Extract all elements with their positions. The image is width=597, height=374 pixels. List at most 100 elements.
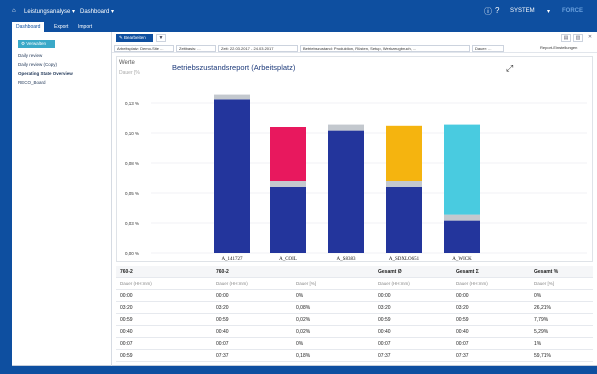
table-cell: Gesamt % [534, 269, 559, 275]
y-tick-label: 0,13 % [125, 101, 139, 106]
table-cell: 00:00 [456, 293, 469, 299]
x-tick-label: A_141727 [221, 257, 243, 262]
table-row: 00:59 07:37 0,18% 07:37 07:37 59,71% [116, 350, 593, 362]
table-cell: 03:20 [120, 305, 133, 311]
bar-segment [386, 125, 422, 181]
sidebar-item-daily-review[interactable]: Daily review [18, 53, 42, 58]
home-icon[interactable]: ⌂ [12, 8, 16, 14]
expand-icon[interactable]: ⤢ [506, 63, 513, 74]
table-cell: 03:20 [378, 305, 391, 311]
table-cell: 03:20 [216, 305, 229, 311]
bar-segment [328, 130, 364, 253]
table-cell: 00:00 [120, 293, 133, 299]
table-cell: 7,79% [534, 317, 549, 323]
y-tick-label: 0,08 % [125, 161, 139, 166]
bar-segment [444, 214, 480, 221]
toolbar: ✎ Bearbeiten ▼ ▤ ▥ ✕ [112, 32, 597, 43]
close-icon[interactable]: ✕ [585, 34, 595, 42]
info-icon[interactable]: ⓘ [484, 6, 492, 17]
table-cell: 5,29% [534, 329, 549, 335]
bar-chart: 0,00 % 0,03 % 0,05 % 0,08 % 0,10 % 0,13 % A_14… [125, 94, 587, 262]
table-row: 00:40 00:40 0,02% 00:40 00:40 5,29% [116, 326, 593, 338]
table-cell: 760-2 [120, 269, 133, 275]
table-cell: 0,02% [296, 329, 311, 335]
tab-dashboard[interactable]: Dashboard [12, 22, 45, 32]
table-cell: 07:37 [216, 353, 229, 359]
user-icon[interactable]: ▾ [547, 8, 550, 15]
user-name: SYSTEM [510, 8, 535, 14]
table-cell: 0% [296, 341, 304, 347]
table-cell: 00:59 [120, 317, 133, 323]
table-cell: 59,71% [534, 353, 551, 359]
bar-segment [444, 220, 480, 253]
sidebar-item-daily-review-copy[interactable]: Daily review (Copy) [18, 62, 57, 67]
bar-segment [328, 124, 364, 131]
print-icon[interactable]: ▤ [561, 34, 571, 42]
x-tick-label: A_COIL [279, 257, 297, 262]
x-tick-label: A_SDXLO651 [389, 257, 420, 262]
main-area: ✎ Bearbeiten ▼ ▤ ▥ ✕ Arbeitsplatz: Demo-… [112, 32, 597, 366]
bar-segment [270, 187, 306, 253]
menu-dashboard[interactable]: Dashboard ▾ [80, 8, 114, 15]
edit-button[interactable]: ✎ Bearbeiten [116, 34, 153, 42]
table-cell: 0,08% [296, 305, 311, 311]
table-cell: 00:00 [378, 293, 391, 299]
table-header-row: 760-2 760-2 Gesamt Ø Gesamt Σ Gesamt % [116, 266, 593, 278]
table-row: 03:20 03:20 0,08% 03:20 03:20 26,21% [116, 302, 593, 314]
table-cell: 07:37 [456, 353, 469, 359]
table-subheader-row: Dauer (HH:mm) Dauer (HH:mm) Dauer [%] Dauer… [116, 278, 593, 290]
table-cell: 03:20 [456, 305, 469, 311]
table-cell: Dauer (HH:mm) [378, 281, 410, 286]
sidebar-item-operating-state-overview[interactable]: Operating State Overview [18, 71, 73, 76]
table-cell: 00:00 [216, 293, 229, 299]
bar-segment [270, 127, 306, 181]
table-cell: 07:37 [378, 353, 391, 359]
duration-label: Dauer [% [119, 70, 140, 76]
tab-import[interactable]: Import [74, 22, 96, 32]
sidebar: ⚙ Verwalten Daily review Daily review (C… [12, 32, 112, 366]
brand-logo: FORCE [562, 8, 583, 14]
table-cell: 00:40 [378, 329, 391, 335]
bar-segment [386, 181, 422, 187]
y-tick-label: 0,00 % [125, 251, 139, 256]
table-cell: 00:40 [120, 329, 133, 335]
filter-icon[interactable]: ▼ [156, 34, 166, 42]
report-panel: Werte Dauer [% Betriebszustandsreport (A… [116, 56, 593, 274]
menu-leistungsanalyse[interactable]: Leistungsanalyse ▾ [24, 8, 75, 15]
y-tick-label: 0,05 % [125, 191, 139, 196]
table-cell: Dauer (HH:mm) [120, 281, 152, 286]
table-row: 00:00 00:00 0% 00:00 00:00 0% [116, 290, 593, 302]
filter-betriebszustand[interactable]: Betriebszustand: Produktion, Rüsten, Set… [300, 45, 470, 52]
data-table: 760-2 760-2 Gesamt Ø Gesamt Σ Gesamt % Dauer … [116, 266, 593, 364]
table-cell: 00:07 [216, 341, 229, 347]
bar-segment [214, 99, 250, 254]
table-cell: Dauer (HH:mm) [456, 281, 488, 286]
table-cell: 26,21% [534, 305, 551, 311]
filter-zeitbasis[interactable]: Zeitbasis: ... [176, 45, 216, 52]
table-cell: 00:59 [378, 317, 391, 323]
table-cell: 1% [534, 341, 542, 347]
table-cell: Dauer [%] [296, 281, 317, 286]
x-tick-label: A_WICK [452, 257, 472, 262]
table-row: 00:07 00:07 0% 00:07 00:07 1% [116, 338, 593, 350]
export-icon[interactable]: ▥ [573, 34, 583, 42]
filter-zeit[interactable]: Zeit: 22.03.2017 - 24.03.2017 [218, 45, 298, 52]
sidebar-item-reco-board[interactable]: RECO_Board [18, 80, 46, 85]
table-cell: Dauer [%] [534, 281, 555, 286]
manage-button[interactable]: ⚙ Verwalten [18, 40, 55, 48]
table-cell: 00:59 [120, 353, 133, 359]
bar-segment [270, 181, 306, 187]
table-cell: 00:59 [456, 317, 469, 323]
table-row: 00:59 00:59 0,02% 00:59 00:59 7,79% [116, 314, 593, 326]
tab-export[interactable]: Export [50, 22, 72, 32]
filter-arbeitsplatz[interactable]: Arbeitsplatz: Demo-Site ... [114, 45, 174, 52]
y-tick-label: 0,03 % [125, 221, 139, 226]
table-cell: 0,02% [296, 317, 311, 323]
filter-dauer[interactable]: Dauer: ... [472, 45, 504, 52]
x-tick-label: A_S8383 [337, 257, 356, 262]
help-icon[interactable]: ? [495, 6, 499, 15]
report-settings-dropdown[interactable]: Report-Einstellungen [538, 45, 594, 52]
table-cell: 0% [534, 293, 542, 299]
table-cell: Dauer (HH:mm) [216, 281, 248, 286]
table-cell: 0% [296, 293, 304, 299]
